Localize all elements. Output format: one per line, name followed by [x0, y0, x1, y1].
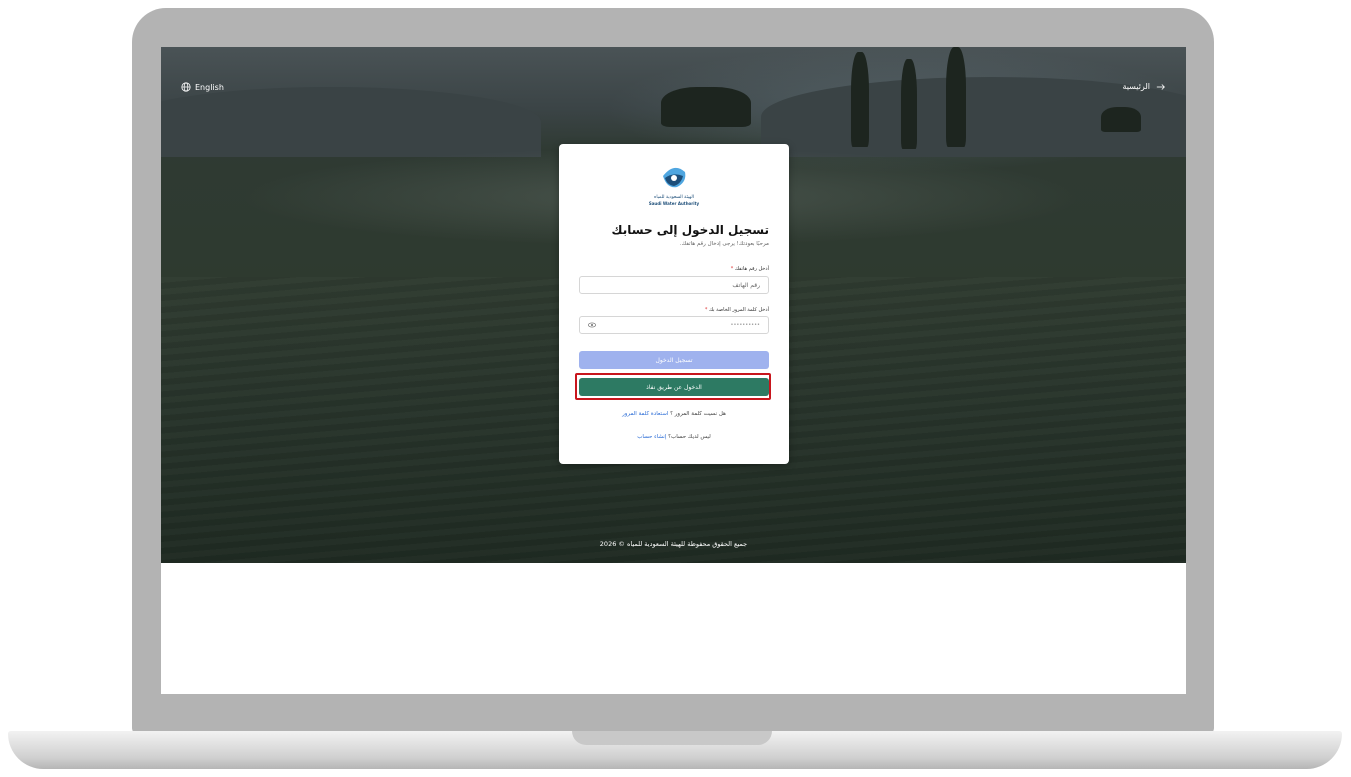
login-card: الهيئة السعودية للمياه Saudi Water Autho… [559, 144, 789, 464]
background-tree [901, 59, 917, 149]
page-subtitle: مرحبًا بعودتك! يرجى إدخال رقم هاتفك. [679, 241, 769, 247]
login-button[interactable]: تسجيل الدخول [579, 351, 769, 369]
arrow-right-icon [1156, 83, 1165, 90]
phone-placeholder: رقم الهاتف [732, 281, 760, 289]
password-input[interactable]: •••••••••• [579, 316, 769, 334]
required-marker: * [730, 266, 734, 272]
background-tree [661, 87, 751, 127]
recover-password-link[interactable]: استعادة كلمة المرور [622, 411, 668, 417]
authority-logo [559, 164, 789, 194]
password-mask: •••••••••• [730, 322, 761, 328]
language-switch[interactable]: English [181, 82, 224, 92]
language-label: English [195, 82, 224, 92]
background-tree [851, 52, 869, 147]
laptop-notch [572, 731, 772, 745]
required-marker: * [704, 307, 708, 313]
logo-org-name-ar: الهيئة السعودية للمياه [653, 195, 695, 200]
no-account-text: ليس لديك حساب؟ [668, 434, 711, 440]
background-tree [1101, 107, 1141, 132]
page-title: تسجيل الدخول إلى حسابك [611, 223, 769, 237]
water-drop-logo-icon [663, 167, 686, 188]
screen: English الرئيسية الهيئة السعودية للمياه … [161, 47, 1186, 694]
eye-icon[interactable] [588, 322, 596, 328]
home-label: الرئيسية [1122, 82, 1150, 91]
phone-input[interactable]: رقم الهاتف [579, 276, 769, 294]
footer-copyright: جميع الحقوق محفوظة للهيئة السعودية للميا… [599, 540, 748, 548]
forgot-password-line: هل نسيت كلمة المرور ؟ استعادة كلمة المرو… [559, 411, 789, 417]
password-field-label: أدخل كلمة المرور الخاصة بك * [704, 307, 769, 313]
create-account-link[interactable]: إنشاء حساب [637, 434, 666, 440]
phone-field-label: أدخل رقم هاتفك * [730, 266, 769, 272]
signup-line: ليس لديك حساب؟ إنشاء حساب [559, 434, 789, 440]
forgot-password-text: هل نسيت كلمة المرور ؟ [670, 411, 726, 417]
hero-background: English الرئيسية الهيئة السعودية للمياه … [161, 47, 1186, 563]
background-tree [946, 47, 966, 147]
nafath-login-button[interactable]: الدخول عن طريق نفاذ [579, 378, 769, 396]
logo-org-name-en: Saudi Water Authority [648, 201, 700, 206]
home-link[interactable]: الرئيسية [1122, 82, 1166, 91]
globe-icon [181, 82, 191, 92]
